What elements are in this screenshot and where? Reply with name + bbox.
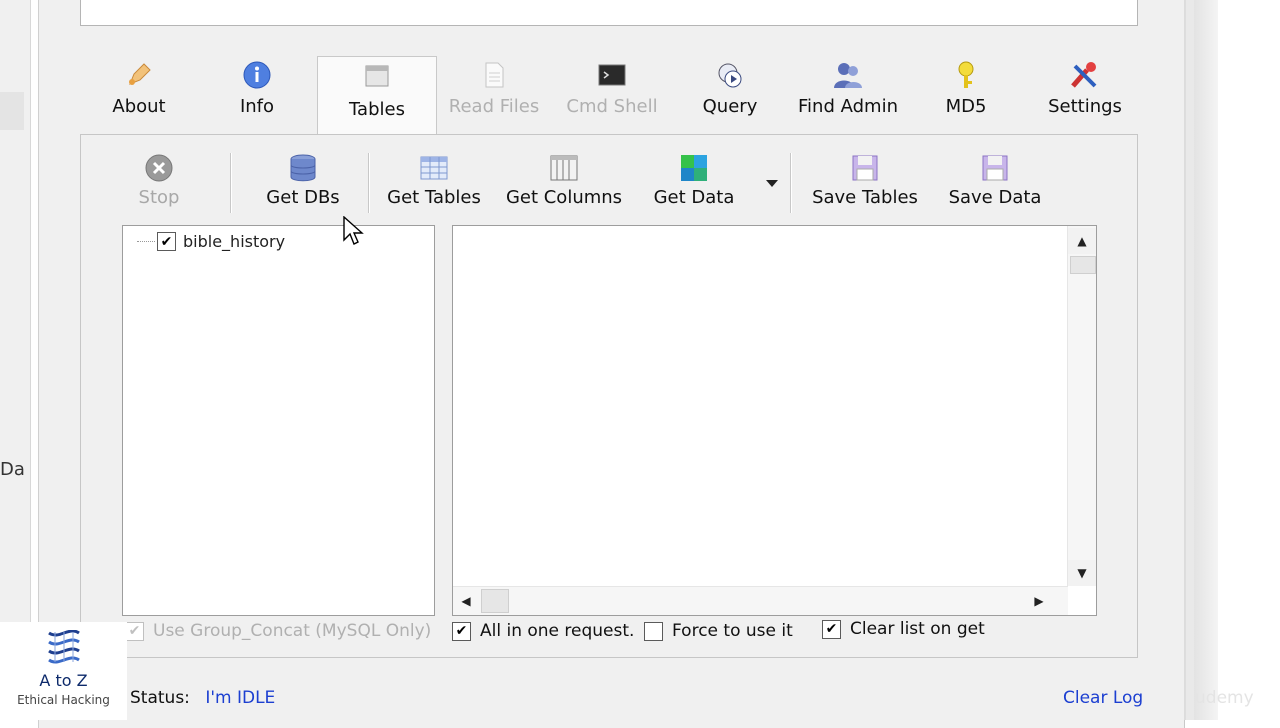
background-text-fragment: Da: [0, 459, 25, 480]
tab-read-files[interactable]: Read Files: [435, 56, 553, 134]
get-dbs-button[interactable]: Get DBs: [263, 153, 343, 208]
watermark-subtitle: Ethical Hacking: [17, 693, 110, 707]
corner-watermark: udemy: [1195, 688, 1254, 708]
tab-settings[interactable]: Settings: [1026, 56, 1144, 134]
vertical-scrollbar[interactable]: ▲ ▼: [1067, 226, 1096, 586]
tree-item-database[interactable]: ✔ bible_history: [137, 232, 285, 251]
database-icon: [289, 153, 317, 183]
tab-md5[interactable]: MD5: [907, 56, 1025, 134]
toolbar-separator: [368, 153, 370, 213]
tool-label: Get Columns: [505, 187, 623, 208]
tools-icon: [1069, 60, 1101, 90]
table-window-icon: [364, 61, 390, 91]
all-in-one-checkbox[interactable]: ✔: [452, 621, 471, 641]
tool-label: Get Data: [653, 187, 735, 208]
tab-label: MD5: [945, 96, 987, 117]
background-window-strip: Da: [0, 0, 31, 720]
target-url-box[interactable]: [80, 0, 1138, 26]
group-concat-checkbox[interactable]: ✔: [125, 621, 144, 641]
stop-icon: [144, 153, 174, 183]
mouse-cursor-icon: [343, 215, 365, 253]
status-bar: Status: I'm IDLE: [130, 688, 275, 708]
tab-label: Info: [239, 96, 275, 117]
status-label: Status:: [130, 688, 190, 708]
scroll-thumb[interactable]: [481, 589, 509, 613]
users-icon: [832, 60, 864, 90]
results-list[interactable]: ▲ ▼ ◀ ▶: [452, 225, 1097, 616]
main-tab-bar: About Info Tables Read Files Cmd Shell Q…: [80, 56, 1138, 137]
tool-label: Save Tables: [812, 187, 918, 208]
option-label: Force to use it: [672, 621, 793, 641]
dna-logo-icon: [45, 629, 83, 669]
tool-label: Get Tables: [387, 187, 481, 208]
terminal-icon: [598, 60, 626, 90]
force-use-checkbox[interactable]: [644, 621, 663, 641]
save-data-button[interactable]: Save Data: [949, 153, 1041, 208]
grid-table-icon: [420, 153, 448, 183]
clear-list-checkbox[interactable]: ✔: [822, 619, 841, 639]
window-scrollbar[interactable]: [1186, 0, 1194, 720]
all-in-one-option[interactable]: ✔ All in one request.: [452, 621, 634, 641]
tab-label: About: [112, 96, 166, 117]
option-label: All in one request.: [480, 621, 635, 641]
key-icon: [951, 60, 981, 90]
tab-label: Tables: [349, 99, 405, 120]
tab-label: Find Admin: [798, 96, 898, 117]
file-icon: [481, 60, 507, 90]
get-columns-button[interactable]: Get Columns: [504, 153, 624, 208]
course-watermark: A to Z Ethical Hacking: [0, 622, 127, 720]
tab-cmd-shell[interactable]: Cmd Shell: [553, 56, 671, 134]
scroll-right-icon[interactable]: ▶: [1026, 587, 1052, 615]
get-data-dropdown-arrow[interactable]: [766, 180, 778, 187]
tables-panel: Stop Get DBs Get Tables Get Columns Get …: [80, 134, 1138, 658]
pen-icon: [124, 60, 154, 90]
query-icon: [715, 60, 745, 90]
columns-icon: [550, 153, 578, 183]
tree-item-checkbox[interactable]: ✔: [157, 232, 176, 251]
stop-button[interactable]: Stop: [121, 153, 197, 208]
option-label: Use Group_Concat (MySQL Only): [153, 621, 432, 641]
data-icon: [680, 153, 708, 183]
tool-label: Save Data: [948, 187, 1042, 208]
tab-about[interactable]: About: [80, 56, 198, 134]
tab-query[interactable]: Query: [671, 56, 789, 134]
tab-label: Read Files: [448, 96, 540, 117]
tab-label: Query: [702, 96, 758, 117]
get-tables-button[interactable]: Get Tables: [386, 153, 482, 208]
tab-label: Cmd Shell: [566, 96, 658, 117]
watermark-title: A to Z: [39, 671, 88, 690]
get-data-button[interactable]: Get Data: [654, 153, 734, 208]
tool-label: Get DBs: [266, 187, 340, 208]
tool-label: Stop: [138, 187, 180, 208]
tab-find-admin[interactable]: Find Admin: [789, 56, 907, 134]
tab-tables[interactable]: Tables: [317, 56, 437, 137]
status-value: I'm IDLE: [205, 688, 276, 708]
horizontal-scrollbar[interactable]: ◀ ▶: [453, 586, 1068, 615]
info-icon: [242, 60, 272, 90]
scroll-up-icon[interactable]: ▲: [1068, 228, 1096, 254]
tab-info[interactable]: Info: [198, 56, 316, 134]
clear-list-option[interactable]: ✔ Clear list on get: [822, 619, 985, 639]
scroll-down-icon[interactable]: ▼: [1068, 560, 1096, 586]
save-icon: [981, 153, 1009, 183]
toolbar-separator: [230, 153, 232, 213]
group-concat-option[interactable]: ✔ Use Group_Concat (MySQL Only): [125, 621, 431, 641]
database-tree[interactable]: ✔ bible_history: [122, 225, 435, 616]
force-use-option[interactable]: Force to use it: [644, 621, 793, 641]
background-window-fragment: [0, 92, 24, 130]
save-tables-button[interactable]: Save Tables: [811, 153, 919, 208]
save-icon: [851, 153, 879, 183]
toolbar-separator: [790, 153, 792, 213]
option-label: Clear list on get: [850, 619, 985, 639]
clear-log-link[interactable]: Clear Log: [1063, 688, 1143, 708]
tree-item-label: bible_history: [183, 232, 286, 251]
scroll-left-icon[interactable]: ◀: [453, 587, 479, 615]
tab-label: Settings: [1048, 96, 1122, 117]
scroll-thumb[interactable]: [1070, 256, 1096, 274]
tree-connector: [137, 241, 155, 242]
